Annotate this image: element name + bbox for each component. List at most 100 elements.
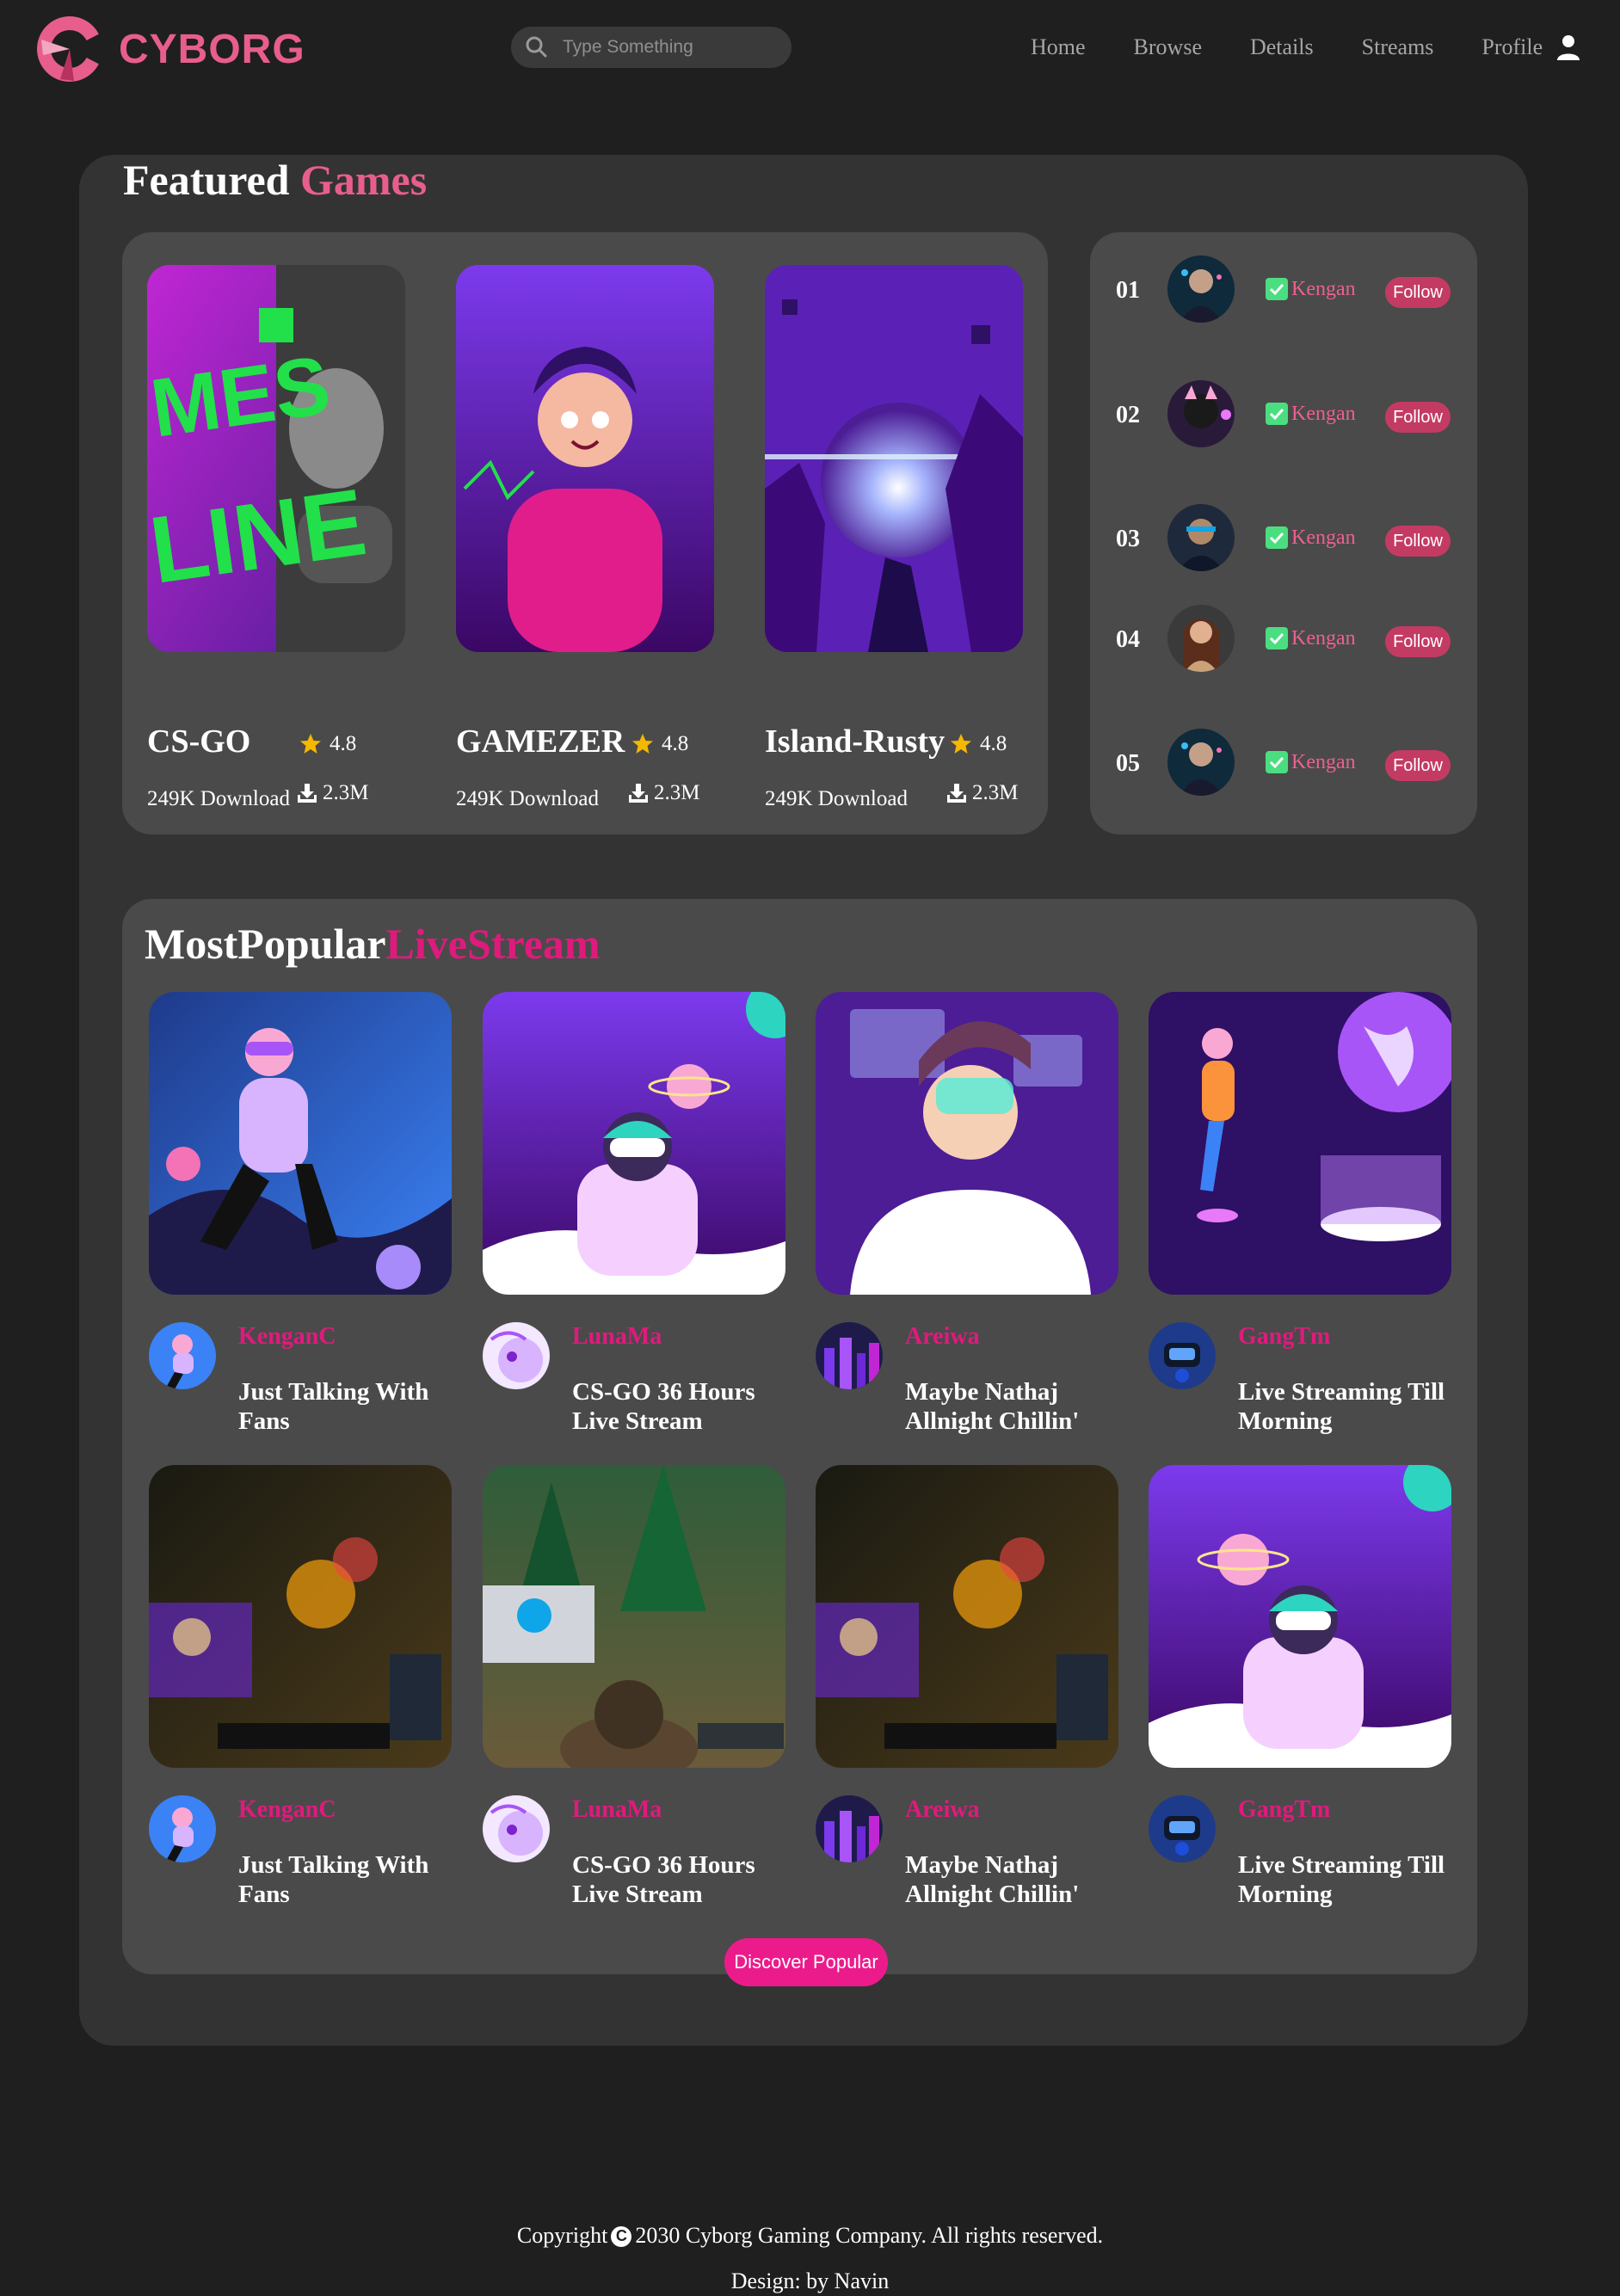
stream-card[interactable] <box>149 1465 452 1768</box>
popular-heading-accent: LiveStream <box>385 920 601 968</box>
streamer-avatar[interactable] <box>1167 504 1235 571</box>
stream-title[interactable]: Just Talking With Fans <box>238 1377 453 1436</box>
stream-thumbnail[interactable] <box>1149 1465 1451 1768</box>
copyright-prefix: Copyright <box>516 2223 608 2248</box>
footer-copyright: Copyright C 2030 Cyborg Gaming Company. Al… <box>0 2223 1620 2249</box>
discover-popular-button[interactable]: Discover Popular <box>724 1938 888 1986</box>
streamer-rank: 01 <box>1116 277 1140 304</box>
top-streamer-row: 02 Kengan Follow <box>1090 379 1477 456</box>
stream-streamer-name[interactable]: KenganC <box>238 1796 336 1824</box>
nav-profile[interactable]: Profile <box>1481 34 1543 60</box>
stream-title[interactable]: Live Streaming Till Morning <box>1238 1850 1453 1909</box>
search-input[interactable] <box>561 36 779 58</box>
stream-thumbnail[interactable] <box>816 1465 1118 1768</box>
stream-card[interactable] <box>483 992 785 1295</box>
streamer-avatar[interactable] <box>149 1795 216 1862</box>
stream-card[interactable] <box>483 1465 785 1768</box>
streamer-name[interactable]: Kengan <box>1291 526 1356 550</box>
game-downloads: 249K Download <box>147 787 290 810</box>
follow-button[interactable]: Follow <box>1385 626 1451 657</box>
stream-streamer-name[interactable]: Areiwa <box>905 1796 980 1824</box>
nav-streams[interactable]: Streams <box>1362 34 1434 60</box>
nav-browse[interactable]: Browse <box>1134 34 1202 60</box>
streamer-name[interactable]: Kengan <box>1291 751 1356 774</box>
game-card-island-rusty[interactable] <box>765 265 1023 652</box>
game-count-value: 2.3M <box>654 781 700 804</box>
stream-card[interactable] <box>149 992 452 1295</box>
stream-thumbnail[interactable] <box>149 1465 452 1768</box>
brand-name: CYBORG <box>119 26 305 72</box>
stream-streamer-name[interactable]: Areiwa <box>905 1323 980 1351</box>
stream-title[interactable]: CS-GO 36 Hours Live Stream <box>572 1850 787 1909</box>
streamer-avatar[interactable] <box>1167 380 1235 447</box>
streamer-avatar[interactable] <box>1167 255 1235 323</box>
streamer-name[interactable]: Kengan <box>1291 627 1356 650</box>
user-icon[interactable] <box>1554 33 1583 62</box>
download-icon <box>298 784 317 803</box>
stream-card[interactable] <box>816 992 1118 1295</box>
nav-home[interactable]: Home <box>1031 34 1086 60</box>
copyright-icon: C <box>611 2225 632 2247</box>
streamer-avatar[interactable] <box>816 1322 883 1389</box>
follow-button[interactable]: Follow <box>1385 750 1451 781</box>
game-rating-value: 4.8 <box>662 732 689 755</box>
stream-thumbnail[interactable] <box>1149 992 1451 1295</box>
follow-button[interactable]: Follow <box>1385 402 1451 433</box>
stream-title[interactable]: Maybe Nathaj Allnight Chillin' <box>905 1377 1120 1436</box>
logo-icon <box>37 16 105 82</box>
brand-logo[interactable]: CYBORG <box>34 14 305 84</box>
top-streamer-row: 01 Kengan Follow <box>1090 254 1477 331</box>
stream-title[interactable]: Live Streaming Till Morning <box>1238 1377 1453 1436</box>
streamer-name[interactable]: Kengan <box>1291 278 1356 301</box>
streamer-avatar[interactable] <box>483 1795 550 1862</box>
top-streamer-row: 03 Kengan Follow <box>1090 502 1477 580</box>
game-thumbnail[interactable]: MES LINE <box>147 265 405 652</box>
featured-heading-accent: Games <box>299 156 428 204</box>
follow-button[interactable]: Follow <box>1385 526 1451 557</box>
stream-thumbnail[interactable] <box>483 992 785 1295</box>
game-thumbnail[interactable] <box>456 265 714 652</box>
stream-thumbnail[interactable] <box>816 992 1118 1295</box>
game-download-count: 2.3M <box>297 781 368 805</box>
streamer-avatar[interactable] <box>1167 729 1235 796</box>
search-bar[interactable] <box>511 27 792 68</box>
stream-title[interactable]: CS-GO 36 Hours Live Stream <box>572 1377 787 1436</box>
game-card-csgo[interactable]: MES LINE <box>147 265 405 652</box>
copyright-text: 2030 Cyborg Gaming Company. All rights r… <box>635 2223 1104 2248</box>
stream-card[interactable] <box>816 1465 1118 1768</box>
top-streamer-row: 04 Kengan Follow <box>1090 603 1477 680</box>
stream-streamer-name[interactable]: KenganC <box>238 1323 336 1351</box>
game-download-count: 2.3M <box>946 781 1018 805</box>
streamer-avatar[interactable] <box>1149 1322 1216 1389</box>
game-thumbnail[interactable] <box>765 265 1023 652</box>
nav-details[interactable]: Details <box>1250 34 1314 60</box>
stream-thumbnail[interactable] <box>149 992 452 1295</box>
stream-thumbnail[interactable] <box>483 1465 785 1768</box>
streamer-avatar[interactable] <box>1149 1795 1216 1862</box>
streamer-rank: 03 <box>1116 526 1140 552</box>
streamer-avatar[interactable] <box>1167 605 1235 672</box>
game-rating: 4.8 <box>949 732 1007 756</box>
streamer-rank: 05 <box>1116 750 1140 777</box>
check-icon <box>1266 627 1288 649</box>
star-icon <box>951 734 971 754</box>
follow-button[interactable]: Follow <box>1385 277 1451 308</box>
streamer-avatar[interactable] <box>483 1322 550 1389</box>
stream-streamer-name[interactable]: LunaMa <box>572 1323 662 1351</box>
streamer-avatar[interactable] <box>816 1795 883 1862</box>
stream-card[interactable] <box>1149 992 1451 1295</box>
stream-streamer-name[interactable]: LunaMa <box>572 1796 662 1824</box>
game-card-gamezer[interactable] <box>456 265 714 652</box>
check-icon <box>1266 278 1288 300</box>
stream-title[interactable]: Just Talking With Fans <box>238 1850 453 1909</box>
search-icon[interactable] <box>521 32 552 63</box>
game-downloads: 249K Download <box>765 787 908 810</box>
stream-title[interactable]: Maybe Nathaj Allnight Chillin' <box>905 1850 1120 1909</box>
streamer-avatar[interactable] <box>149 1322 216 1389</box>
stream-card[interactable] <box>1149 1465 1451 1768</box>
stream-streamer-name[interactable]: GangTm <box>1238 1796 1330 1824</box>
featured-heading: Featured Games <box>123 155 427 205</box>
footer-design-credit: Design: by Navin <box>730 2268 890 2293</box>
stream-streamer-name[interactable]: GangTm <box>1238 1323 1330 1351</box>
streamer-name[interactable]: Kengan <box>1291 403 1356 426</box>
